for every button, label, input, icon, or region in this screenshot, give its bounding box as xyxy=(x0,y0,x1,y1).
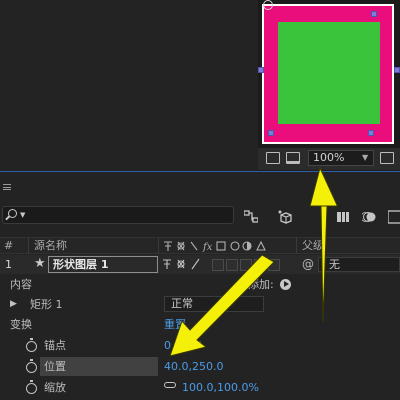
transform-handle[interactable] xyxy=(258,67,264,73)
transform-label[interactable]: 变换 xyxy=(10,315,32,334)
region-icon[interactable] xyxy=(380,152,394,164)
transform-handle[interactable] xyxy=(394,67,400,73)
chevron-down-icon[interactable]: ▼ xyxy=(362,153,370,162)
scale-label: 缩放 xyxy=(44,381,66,394)
motion-blur-icon[interactable] xyxy=(362,210,376,224)
switch-box[interactable] xyxy=(268,259,280,271)
stopwatch-icon[interactable] xyxy=(26,380,37,394)
scale-value[interactable]: 100.0,100.0% xyxy=(182,378,259,397)
column-separator xyxy=(28,237,29,254)
viewer-left-panel xyxy=(0,0,258,172)
star-icon[interactable]: ★ xyxy=(34,255,46,273)
contents-label[interactable]: 内容 xyxy=(10,275,32,294)
switch-box[interactable] xyxy=(226,259,238,271)
anchor-point-label: 锚点 xyxy=(44,339,66,352)
transform-handle[interactable] xyxy=(368,130,374,136)
column-separator xyxy=(296,237,297,254)
add-menu-button[interactable] xyxy=(280,279,291,290)
search-input[interactable] xyxy=(2,206,234,224)
layer-switches[interactable] xyxy=(162,258,212,270)
position-label: 位置 xyxy=(44,360,66,373)
blend-mode-select[interactable]: 正常 xyxy=(164,296,264,312)
search-dropdown-icon[interactable]: ▼ xyxy=(20,211,25,219)
layer-index: 1 xyxy=(5,258,12,271)
transform-handle[interactable] xyxy=(371,11,377,17)
position-value[interactable]: 40.0,250.0 xyxy=(164,357,223,376)
anchor-point-value[interactable]: 0.0,0.0 xyxy=(164,336,202,355)
pick-whip-icon[interactable]: @ xyxy=(302,256,314,272)
parent-select[interactable]: 无 xyxy=(318,257,400,272)
shape-layer-fill[interactable] xyxy=(278,22,380,124)
column-parent[interactable]: 父级 xyxy=(302,238,324,254)
snapshot-icon[interactable] xyxy=(266,152,280,164)
stopwatch-icon[interactable] xyxy=(26,359,37,373)
search-icon xyxy=(8,209,17,218)
draft-3d-icon[interactable] xyxy=(278,210,292,224)
column-separator xyxy=(158,237,159,254)
rect-group-label[interactable]: 矩形 1 xyxy=(30,295,63,314)
transform-handle[interactable] xyxy=(268,130,274,136)
monitor-icon[interactable] xyxy=(286,152,300,164)
switch-box[interactable] xyxy=(212,259,224,271)
column-source-name[interactable]: 源名称 xyxy=(34,238,67,254)
composition-flowchart-icon[interactable] xyxy=(244,210,258,224)
reset-link[interactable]: 重置 xyxy=(164,315,186,334)
column-number: # xyxy=(4,239,14,252)
switch-box[interactable] xyxy=(240,259,252,271)
add-label: 添加: xyxy=(248,278,274,291)
stopwatch-icon[interactable] xyxy=(26,338,37,352)
layer-name[interactable]: 形状图层 1 xyxy=(48,256,158,273)
switch-box[interactable] xyxy=(254,259,266,271)
frame-blending-icon[interactable] xyxy=(336,210,350,224)
graph-editor-icon[interactable] xyxy=(388,210,400,224)
anchor-point-icon[interactable] xyxy=(263,0,273,10)
constrain-proportions-icon[interactable] xyxy=(164,382,176,388)
svg-text:fx: fx xyxy=(202,242,213,252)
switches-header: fx xyxy=(164,240,266,252)
panel-menu-icon[interactable] xyxy=(3,184,11,190)
expand-triangle-icon[interactable]: ▶ xyxy=(10,298,17,310)
